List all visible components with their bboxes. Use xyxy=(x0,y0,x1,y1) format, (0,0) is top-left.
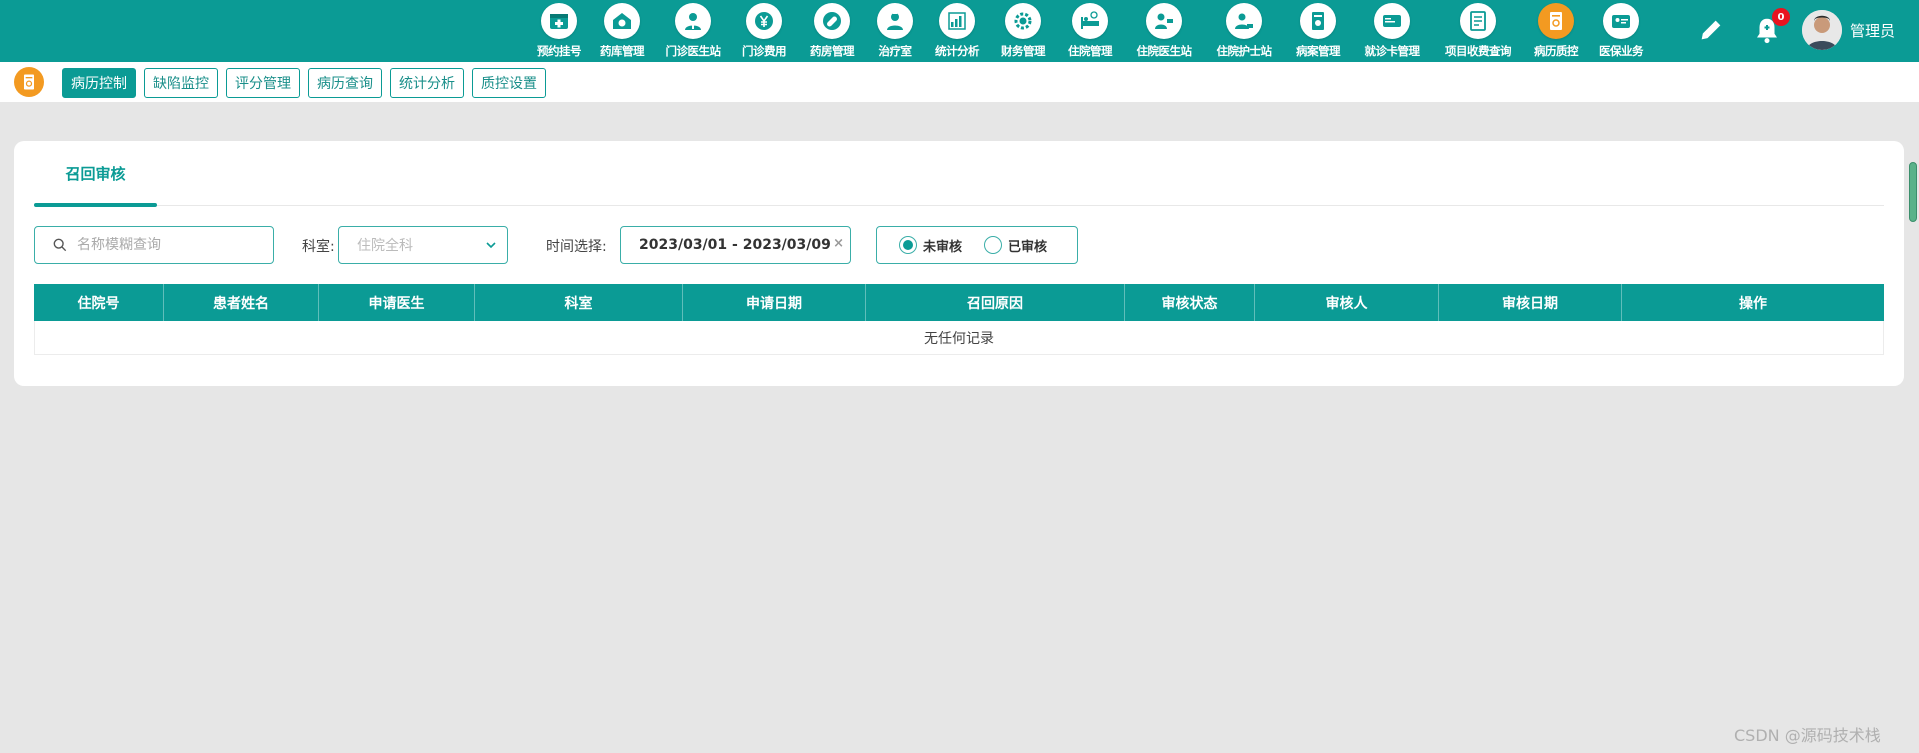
dept-label: 科室: xyxy=(302,239,335,255)
nav-item-visit-card[interactable]: 就诊卡管理 xyxy=(1352,0,1432,62)
hospital-bed-icon xyxy=(1072,3,1108,39)
empty-state: 无任何记录 xyxy=(34,321,1884,355)
nav-item-medical-records[interactable]: 病案管理 xyxy=(1284,0,1352,62)
doctor-icon xyxy=(675,3,711,39)
column-header[interactable]: 住院号 xyxy=(34,284,164,321)
date-range-value: 2023/03/01 - 2023/03/09 xyxy=(639,237,831,253)
fee-query-icon xyxy=(1460,3,1496,39)
page-scrollbar[interactable] xyxy=(1909,162,1917,222)
column-header[interactable]: 申请医生 xyxy=(319,284,475,321)
panel-tabs: 召回审核 xyxy=(34,141,1884,207)
column-header[interactable]: 召回原因 xyxy=(866,284,1125,321)
nav-item-finance[interactable]: 财务管理 xyxy=(990,0,1056,62)
record-quality-icon xyxy=(1538,3,1574,39)
table-header: 住院号 患者姓名 申请医生 科室 申请日期 召回原因 审核状态 审核人 审核日期… xyxy=(34,284,1884,321)
dept-select[interactable]: 住院全科 xyxy=(338,226,508,264)
search-field[interactable] xyxy=(34,226,274,264)
nav-item-inpatient[interactable]: 住院管理 xyxy=(1056,0,1124,62)
tab-recall-review[interactable]: 召回审核 xyxy=(34,163,157,184)
subtab-record-control[interactable]: 病历控制 xyxy=(62,68,136,98)
sub-tabs: 病历控制 缺陷监控 评分管理 病历查询 统计分析 质控设置 xyxy=(62,68,554,98)
subtab-score-management[interactable]: 评分管理 xyxy=(226,68,300,98)
nav-item-record-quality[interactable]: 病历质控 xyxy=(1524,0,1588,62)
inpatient-doctor-icon xyxy=(1146,3,1182,39)
radio-reviewed[interactable]: 已审核 xyxy=(984,236,1047,255)
watermark: CSDN @源码技术栈 xyxy=(1734,726,1881,745)
recall-table: 住院号 患者姓名 申请医生 科室 申请日期 召回原因 审核状态 审核人 审核日期… xyxy=(34,284,1884,355)
column-header[interactable]: 审核人 xyxy=(1255,284,1439,321)
radio-label: 已审核 xyxy=(1008,239,1048,255)
nurse-icon xyxy=(877,3,913,39)
subtab-qc-settings[interactable]: 质控设置 xyxy=(472,68,546,98)
user-name[interactable]: 管理员 xyxy=(1850,20,1895,41)
nav-item-pharmacy[interactable]: 药房管理 xyxy=(798,0,866,62)
subtab-record-query[interactable]: 病历查询 xyxy=(308,68,382,98)
search-icon xyxy=(53,238,67,252)
nav-item-statistics[interactable]: 统计分析 xyxy=(924,0,990,62)
radio-dot xyxy=(984,236,1003,254)
nav-item-insurance[interactable]: 医保业务 xyxy=(1588,0,1654,62)
date-range-picker[interactable]: 2023/03/01 - 2023/03/09 × xyxy=(620,226,851,264)
card-icon xyxy=(1374,3,1410,39)
subtab-statistics[interactable]: 统计分析 xyxy=(390,68,464,98)
nav-item-outpatient-fee[interactable]: 门诊费用 xyxy=(730,0,798,62)
nav-item-inpatient-doctor[interactable]: 住院医生站 xyxy=(1124,0,1204,62)
yuan-icon xyxy=(746,3,782,39)
radio-dot-checked xyxy=(899,236,917,254)
review-status-radio-group: 未审核 已审核 xyxy=(876,226,1078,264)
record-quality-module-icon xyxy=(14,67,44,97)
sub-toolbar: 病历控制 缺陷监控 评分管理 病历查询 统计分析 质控设置 xyxy=(0,62,1919,102)
column-header[interactable]: 科室 xyxy=(475,284,683,321)
medical-record-icon xyxy=(1300,3,1336,39)
insurance-card-icon xyxy=(1603,3,1639,39)
pill-icon xyxy=(814,3,850,39)
inpatient-nurse-icon xyxy=(1226,3,1262,39)
time-label: 时间选择: xyxy=(546,239,607,255)
tab-active-indicator xyxy=(34,203,157,207)
nav-item-fee-query[interactable]: 项目收费查询 xyxy=(1432,0,1524,62)
notification-badge: 0 xyxy=(1772,8,1790,26)
radio-unreviewed[interactable]: 未审核 xyxy=(899,236,962,255)
chevron-down-icon xyxy=(486,242,496,249)
avatar[interactable] xyxy=(1802,10,1842,50)
column-header[interactable]: 审核日期 xyxy=(1439,284,1622,321)
search-input[interactable] xyxy=(77,237,267,253)
subtab-defect-monitor[interactable]: 缺陷监控 xyxy=(144,68,218,98)
bar-chart-icon xyxy=(939,3,975,39)
calendar-plus-icon xyxy=(541,3,577,39)
module-nav: 预约挂号 药库管理 门诊医生站 门诊费用 药房管理 治疗室 统计分析 财务管理 … xyxy=(530,0,1654,62)
warehouse-pill-icon xyxy=(604,3,640,39)
column-header[interactable]: 操作 xyxy=(1622,284,1884,321)
nav-item-outpatient-doctor[interactable]: 门诊医生站 xyxy=(656,0,730,62)
finance-gear-icon xyxy=(1005,3,1041,39)
recall-review-panel: 召回审核 科室: 住院全科 时间选择: 2023/03/01 - 2023/03… xyxy=(14,141,1904,386)
column-header[interactable]: 申请日期 xyxy=(683,284,866,321)
dept-select-value: 住院全科 xyxy=(357,238,413,254)
nav-item-drug-store[interactable]: 药库管理 xyxy=(588,0,656,62)
column-header[interactable]: 患者姓名 xyxy=(164,284,319,321)
pencil-icon[interactable] xyxy=(1697,16,1725,44)
filter-row: 科室: 住院全科 时间选择: 2023/03/01 - 2023/03/09 ×… xyxy=(34,226,1884,264)
radio-label: 未审核 xyxy=(923,239,963,255)
nav-item-appointment[interactable]: 预约挂号 xyxy=(530,0,588,62)
nav-item-inpatient-nurse[interactable]: 住院护士站 xyxy=(1204,0,1284,62)
clear-icon[interactable]: × xyxy=(833,236,844,251)
nav-item-treatment-room[interactable]: 治疗室 xyxy=(866,0,924,62)
top-header: 预约挂号 药库管理 门诊医生站 门诊费用 药房管理 治疗室 统计分析 财务管理 … xyxy=(0,0,1919,62)
column-header[interactable]: 审核状态 xyxy=(1125,284,1255,321)
